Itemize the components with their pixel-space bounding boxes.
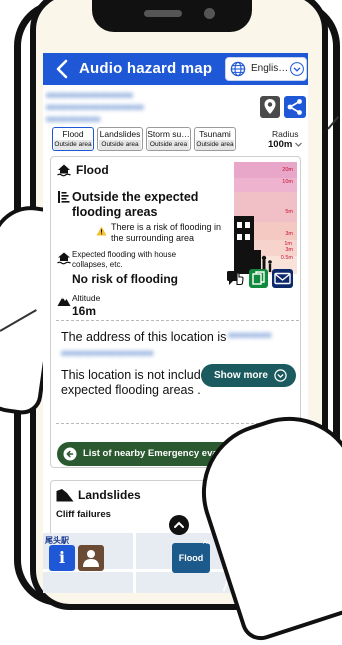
- address-detail-blurred: ■■■■■■■■: [228, 330, 272, 340]
- house-collapse-label: Expected flooding with house collapses, …: [72, 250, 177, 269]
- altitude-value: 16m: [72, 304, 97, 318]
- depth-label-3m: 3m: [285, 231, 293, 237]
- altitude-label: Altitude: [72, 293, 101, 303]
- evacuation-arrow-icon: [63, 447, 77, 461]
- chevron-up-icon: [174, 521, 184, 528]
- sign-language-icon[interactable]: [226, 270, 244, 288]
- back-button[interactable]: [51, 56, 73, 82]
- share-icon[interactable]: [284, 96, 306, 118]
- flood-map-layer-sublabel: Au: [203, 540, 211, 546]
- globe-icon: [230, 61, 246, 77]
- house-collapse-value: No risk of flooding: [72, 272, 178, 286]
- language-value: Englis…: [251, 63, 289, 74]
- camera-icon: [204, 8, 215, 19]
- depth-label-20m: 20m: [282, 167, 293, 173]
- flood-depth-status: Outside the expected flooding areas: [72, 190, 199, 219]
- cliff-failures-label: Cliff failures: [56, 509, 111, 520]
- landslides-title: Landslides: [78, 488, 141, 502]
- top-bar: Audio hazard map Englis…: [43, 53, 308, 85]
- map-pin-icon[interactable]: [260, 96, 280, 118]
- landslide-icon: [56, 489, 74, 502]
- depth-gauge-icon: [58, 191, 70, 203]
- scroll-up-button[interactable]: [169, 515, 189, 535]
- chevron-left-icon: [56, 59, 68, 79]
- tab-tsunami[interactable]: Tsunami Outside area: [194, 127, 236, 151]
- mail-icon[interactable]: [272, 269, 293, 288]
- flood-depth-scale: 20m 10m 5m 3m 3m 0.5m 1m: [234, 162, 297, 274]
- show-more-button[interactable]: Show more: [201, 364, 296, 387]
- chevron-down-icon: [295, 142, 302, 147]
- tab-flood[interactable]: Flood Outside area: [52, 127, 94, 151]
- address-intro: The address of this location is: [61, 330, 227, 344]
- depth-label-10m: 10m: [282, 179, 293, 185]
- map-road: [133, 533, 136, 593]
- radius-select[interactable]: 100m: [268, 139, 292, 150]
- copy-icon[interactable]: [249, 269, 268, 288]
- depth-label-1m: 1m: [284, 241, 292, 247]
- tab-landslides[interactable]: Landslides Outside area: [97, 127, 143, 151]
- phone-notch: [92, 0, 252, 32]
- show-more-label: Show more: [214, 370, 268, 381]
- chevron-down-circle-icon: [274, 369, 287, 382]
- chevron-down-icon: [290, 62, 304, 76]
- info-button[interactable]: i: [49, 545, 75, 571]
- surrounding-risk-warning: There is a risk of flooding in the surro…: [111, 222, 222, 243]
- house-collapse-icon: [57, 252, 71, 265]
- depth-label-0-5m: 0.5m: [280, 255, 293, 261]
- person-icon: [83, 550, 99, 567]
- address-detail-blurred-line2: ■■■■■■■■■■■■■■■■■: [61, 348, 154, 358]
- house-flood-icon: [57, 164, 71, 177]
- nearby-evacuation-label: List of nearby Emergency eva: [83, 448, 218, 459]
- depth-label-3m-b: 3m: [285, 247, 293, 253]
- mountain-icon: [57, 297, 71, 306]
- current-address: ■■■■■■■■■■■■■■■■ ■■■■■■■■■■■■■■■■■■ ■■■■…: [46, 90, 144, 124]
- speaker-grill: [144, 10, 182, 17]
- language-select[interactable]: Englis…: [225, 57, 307, 81]
- depth-label-5m: 5m: [285, 209, 293, 215]
- radius-label: Radius: [272, 129, 299, 139]
- app-title: Audio hazard map: [79, 60, 213, 77]
- flood-title: Flood: [76, 163, 109, 177]
- person-info-button[interactable]: [78, 545, 104, 571]
- tab-storm-surge[interactable]: Storm su… Outside area: [146, 127, 191, 151]
- flood-map-layer-button[interactable]: Flood: [172, 543, 210, 573]
- warning-icon: [96, 226, 107, 236]
